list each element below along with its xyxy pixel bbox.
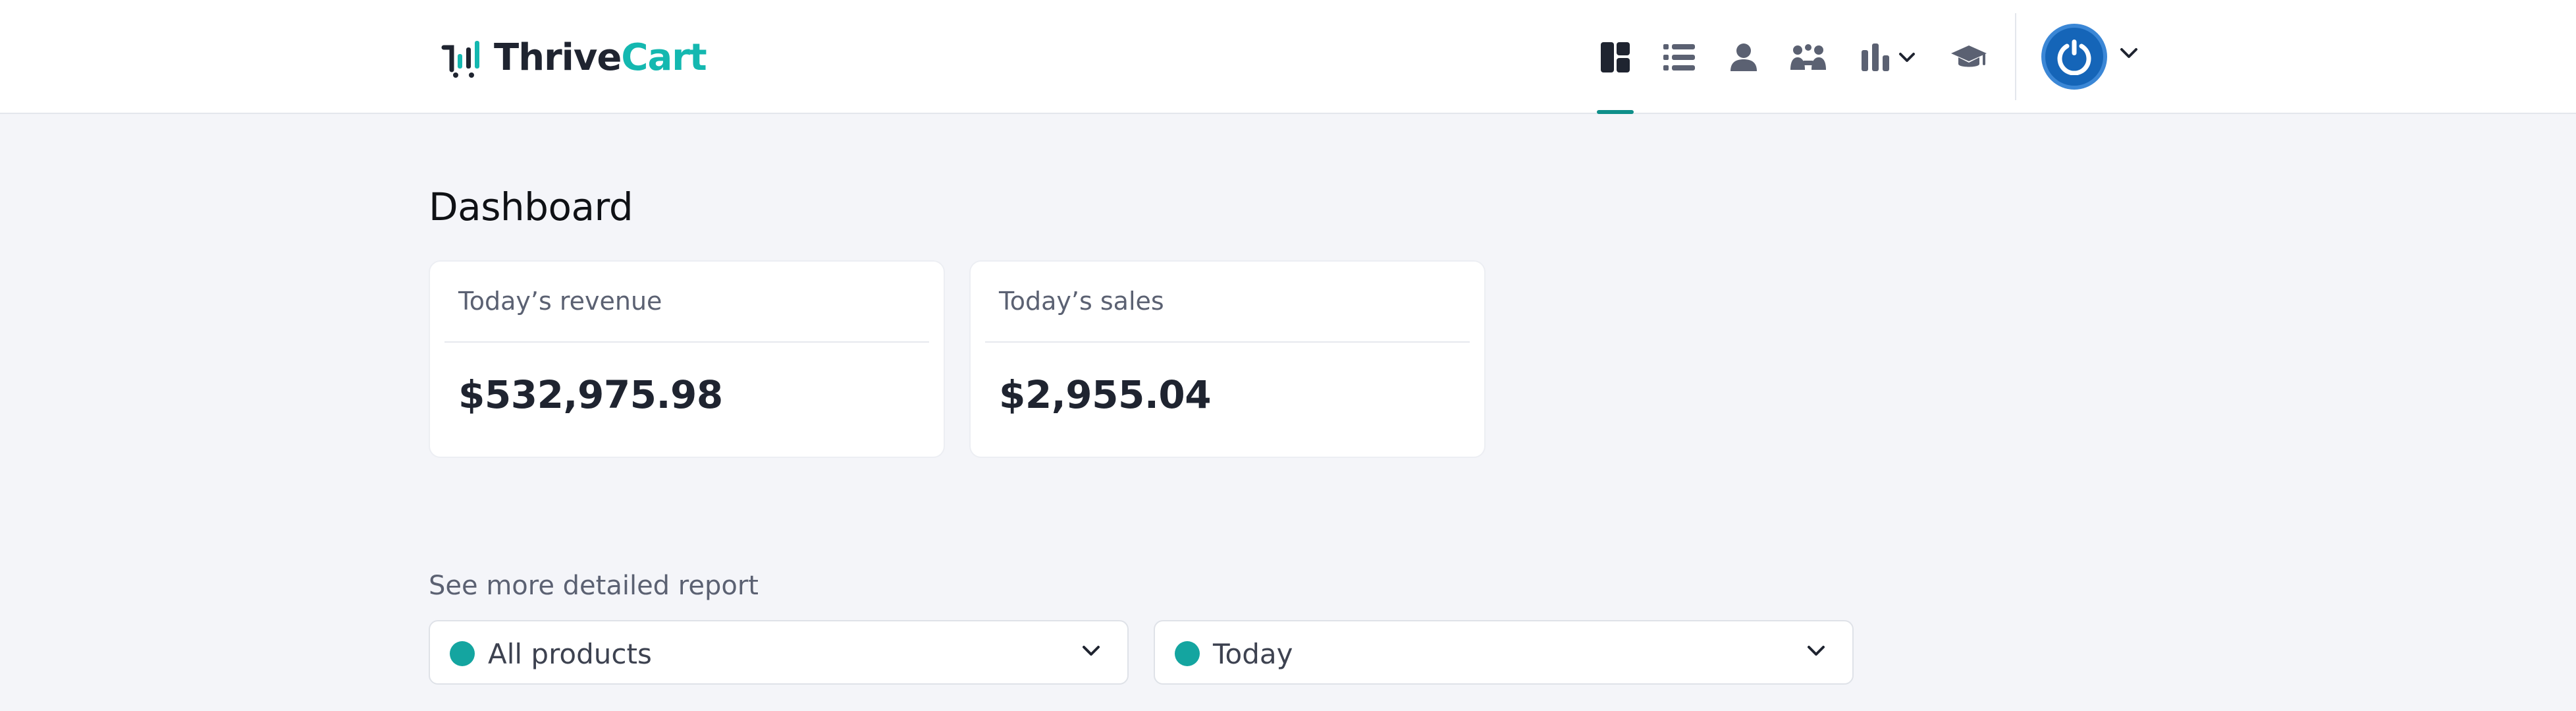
nav-learn[interactable]: [1950, 37, 1987, 78]
date-filter-select[interactable]: Today: [1154, 620, 1854, 685]
chevron-down-icon: [1808, 646, 1825, 656]
revenue-card: Today’s revenue $532,975.98: [429, 260, 945, 458]
nav-customers[interactable]: [1729, 37, 1759, 78]
sales-label: Today’s sales: [999, 287, 1164, 316]
sales-card: Today’s sales $2,955.04: [969, 260, 1486, 458]
graduation-cap-icon: [1951, 45, 1987, 67]
chevron-down-icon: [1083, 646, 1100, 656]
product-filter-value: All products: [488, 638, 652, 670]
status-dot: [450, 641, 475, 666]
card-divider: [985, 341, 1470, 343]
card-divider: [444, 341, 929, 343]
chevron-down-icon: [1899, 53, 1915, 62]
revenue-label: Today’s revenue: [458, 287, 662, 316]
status-dot: [1175, 641, 1200, 666]
user-icon: [1731, 43, 1757, 71]
date-filter-value: Today: [1213, 638, 1293, 670]
thrivecart-logo[interactable]: ThriveCart: [441, 34, 707, 80]
dashboard-icon: [1601, 42, 1630, 72]
power-icon: [2057, 40, 2091, 75]
nav-products[interactable]: [1662, 37, 1696, 78]
logo-text-thrive: Thrive: [494, 36, 622, 79]
nav-reports[interactable]: [1857, 37, 1920, 78]
top-navigation-bar: ThriveCart: [0, 0, 2576, 114]
bar-chart-icon: [1862, 43, 1889, 71]
list-icon: [1663, 44, 1695, 71]
nav-dashboard[interactable]: [1597, 37, 1634, 78]
product-filter-select[interactable]: All products: [429, 620, 1129, 685]
account-avatar[interactable]: [2041, 24, 2107, 90]
account-menu-chevron-icon[interactable]: [2119, 46, 2139, 61]
nav-divider: [2015, 13, 2016, 100]
logo-text-cart: Cart: [621, 36, 707, 79]
nav-affiliates[interactable]: [1790, 37, 1827, 78]
cart-logo-icon: [441, 41, 479, 78]
affiliates-icon: [1790, 44, 1826, 70]
page-title: Dashboard: [429, 185, 633, 229]
revenue-value: $532,975.98: [458, 372, 723, 417]
detailed-report-label: See more detailed report: [429, 571, 759, 601]
logo-wordmark: ThriveCart: [494, 36, 707, 79]
active-tab-indicator: [1597, 110, 1634, 114]
sales-value: $2,955.04: [999, 372, 1212, 417]
